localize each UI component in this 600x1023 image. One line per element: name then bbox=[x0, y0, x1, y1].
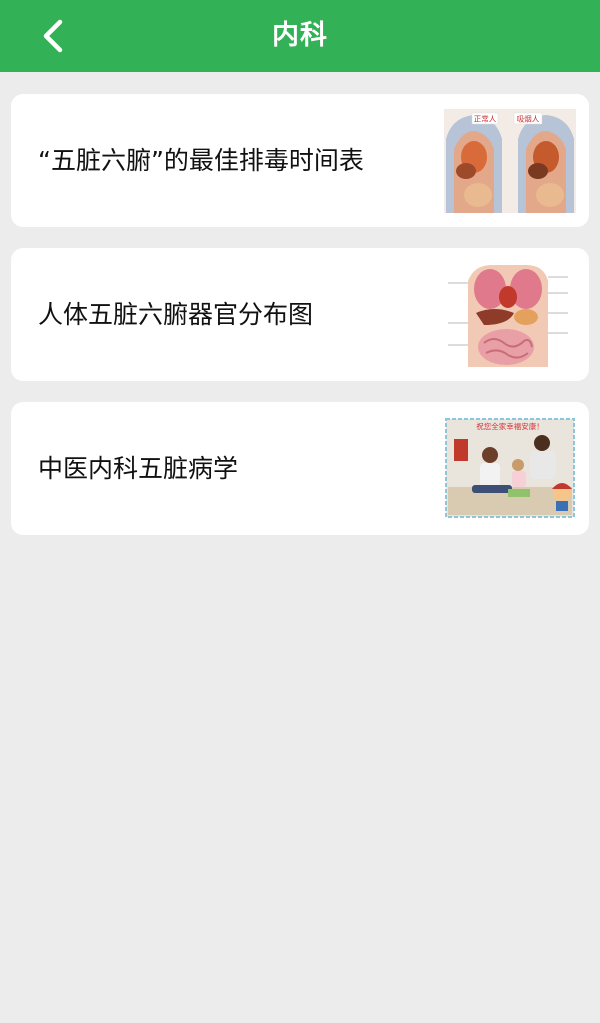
anatomy-comparison-image: 正常人 吸烟人 bbox=[444, 109, 576, 213]
top-bar: 内科 bbox=[0, 0, 600, 72]
thumbnail-banner-text: 祝您全家幸福安康！ bbox=[476, 421, 544, 431]
article-card-tcm-internal-medicine[interactable]: 中医内科五脏病学 祝您全家幸福安康！ bbox=[11, 402, 589, 535]
family-photo-image: 祝您全家幸福安康！ bbox=[444, 417, 576, 521]
app-screen: 内科 “五脏六腑”的最佳排毒时间表 正常人 吸烟人 人体五脏六腑器官分布图 中医… bbox=[0, 0, 600, 1023]
article-card-organ-diagram[interactable]: 人体五脏六腑器官分布图 bbox=[11, 248, 589, 381]
page-title: 内科 bbox=[272, 20, 328, 51]
internal-organs-diagram-image bbox=[444, 263, 576, 367]
article-list: “五脏六腑”的最佳排毒时间表 正常人 吸烟人 人体五脏六腑器官分布图 中医内科五… bbox=[11, 94, 589, 556]
article-title: 中医内科五脏病学 bbox=[38, 454, 239, 483]
thumbnail-label-normal: 正常人 bbox=[474, 115, 497, 124]
article-title: 人体五脏六腑器官分布图 bbox=[38, 300, 314, 329]
chevron-left-icon bbox=[43, 19, 63, 53]
article-title: “五脏六腑”的最佳排毒时间表 bbox=[38, 146, 364, 175]
back-button[interactable] bbox=[32, 14, 76, 58]
thumbnail-label-smoker: 吸烟人 bbox=[517, 115, 540, 124]
article-card-detox-schedule[interactable]: “五脏六腑”的最佳排毒时间表 正常人 吸烟人 bbox=[11, 94, 589, 227]
